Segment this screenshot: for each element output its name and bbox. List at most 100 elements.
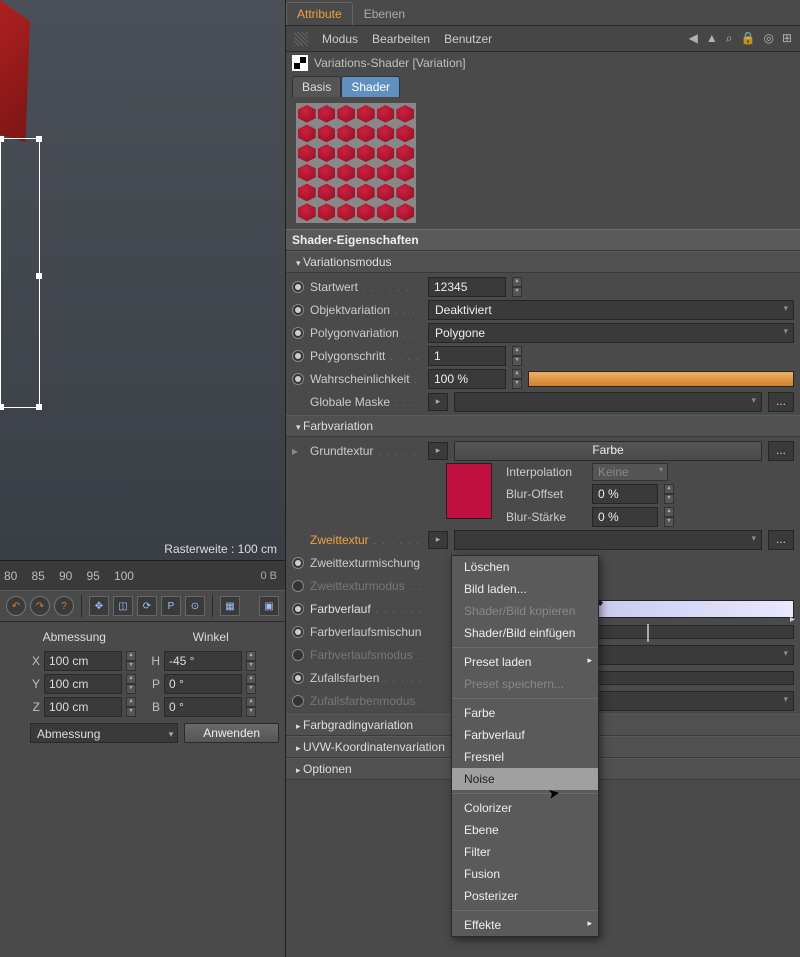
y-dim-spinner[interactable]: ▴▾ [126, 674, 136, 694]
help-button[interactable]: ? [54, 596, 74, 616]
zufallsfarbenmodus-key[interactable] [292, 695, 304, 707]
zufallsfarben-slider[interactable] [584, 671, 794, 685]
farbverlaufsmodus-key[interactable] [292, 649, 304, 661]
x-dimension-input[interactable] [44, 651, 122, 671]
objektvariation-key[interactable] [292, 304, 304, 316]
grundtextur-browse[interactable]: ... [768, 441, 794, 461]
ctx-fusion[interactable]: Fusion [452, 863, 598, 885]
search-icon[interactable]: ⌕ [726, 31, 733, 46]
selection-handle[interactable] [36, 273, 42, 279]
farbverlaufsmischung-key[interactable] [292, 626, 304, 638]
polygonvariation-key[interactable] [292, 327, 304, 339]
ctx-loeschen[interactable]: Löschen [452, 556, 598, 578]
menu-benutzer[interactable]: Benutzer [444, 32, 492, 46]
render-tool[interactable]: ▣ [259, 596, 279, 616]
psr-tool[interactable]: P [161, 596, 181, 616]
tab-attribute[interactable]: Attribute [286, 2, 353, 25]
menu-bearbeiten[interactable]: Bearbeiten [372, 32, 430, 46]
move-tool[interactable]: ✥ [89, 596, 109, 616]
ctx-noise[interactable]: Noise [452, 768, 598, 790]
ctx-fresnel[interactable]: Fresnel [452, 746, 598, 768]
timeline[interactable]: 80 85 90 95 100 0 B [0, 560, 285, 590]
wahrscheinlichkeit-spinner[interactable]: ▴▾ [512, 369, 522, 389]
grundtextur-button[interactable]: Farbe [454, 441, 762, 461]
h-angle-input[interactable] [164, 651, 242, 671]
undo-button[interactable]: ↶ [6, 596, 26, 616]
gradient-editor[interactable] [584, 600, 794, 618]
scale-tool[interactable]: ◫ [113, 596, 133, 616]
ctx-effekte[interactable]: Effekte [452, 914, 598, 936]
startwert-spinner[interactable]: ▴▾ [512, 277, 522, 297]
selection-handle[interactable] [36, 136, 42, 142]
ctx-farbverlauf[interactable]: Farbverlauf [452, 724, 598, 746]
wahrscheinlichkeit-slider[interactable] [528, 371, 794, 387]
objektvariation-dropdown[interactable]: Deaktiviert [428, 300, 794, 320]
globale-maske-menu[interactable]: ▸ [428, 393, 448, 411]
blur-offset-spinner[interactable]: ▴▾ [664, 484, 674, 504]
ctx-shader-einfuegen[interactable]: Shader/Bild einfügen [452, 622, 598, 644]
locked-tool[interactable]: ⊙ [185, 596, 205, 616]
menu-modus[interactable]: Modus [322, 32, 358, 46]
viewport-3d[interactable]: Rasterweite : 100 cm [0, 0, 285, 560]
grip-icon[interactable] [294, 32, 308, 46]
section-variationsmodus[interactable]: Variationsmodus [286, 251, 800, 273]
subtab-shader[interactable]: Shader [341, 76, 400, 97]
shader-preview[interactable] [296, 103, 416, 223]
polygonschritt-input[interactable] [428, 346, 506, 366]
subtab-basis[interactable]: Basis [292, 76, 341, 97]
zufallsfarbenmodus-dropdown[interactable] [584, 691, 794, 711]
zweittextur-menu[interactable]: ▸ [428, 531, 448, 549]
b-spinner[interactable]: ▴▾ [246, 697, 256, 717]
ctx-preset-laden[interactable]: Preset laden [452, 651, 598, 673]
startwert-key[interactable] [292, 281, 304, 293]
p-angle-input[interactable] [164, 674, 242, 694]
h-spinner[interactable]: ▴▾ [246, 651, 256, 671]
zweittextur-field[interactable] [454, 530, 762, 550]
selection-handle[interactable] [0, 136, 4, 142]
farbverlaufsmischung-slider[interactable] [584, 625, 794, 639]
ctx-farbe[interactable]: Farbe [452, 702, 598, 724]
z-dim-spinner[interactable]: ▴▾ [126, 697, 136, 717]
selection-box[interactable] [0, 138, 40, 408]
wahrscheinlichkeit-input[interactable] [428, 369, 506, 389]
grundtextur-menu[interactable]: ▸ [428, 442, 448, 460]
interpolation-dropdown[interactable]: Keine [592, 463, 668, 481]
lock-icon[interactable]: 🔒 [741, 31, 756, 46]
polygonvariation-dropdown[interactable]: Polygone [428, 323, 794, 343]
b-angle-input[interactable] [164, 697, 242, 717]
polygonschritt-key[interactable] [292, 350, 304, 362]
apply-button[interactable]: Anwenden [184, 723, 279, 743]
zweittextur-browse[interactable]: ... [768, 530, 794, 550]
dimension-mode-dropdown[interactable]: Abmessung [30, 723, 178, 743]
farbverlauf-key[interactable] [292, 603, 304, 615]
nav-up-icon[interactable]: ▲ [706, 31, 718, 46]
blur-staerke-input[interactable] [592, 507, 658, 527]
wahrscheinlichkeit-key[interactable] [292, 373, 304, 385]
x-dim-spinner[interactable]: ▴▾ [126, 651, 136, 671]
rotate-tool[interactable]: ⟳ [137, 596, 157, 616]
zweittexturmischung-key[interactable] [292, 557, 304, 569]
layout-tool[interactable]: ▦ [220, 596, 240, 616]
z-dimension-input[interactable] [44, 697, 122, 717]
new-icon[interactable]: ⊞ [782, 31, 792, 46]
selection-handle[interactable] [0, 404, 4, 410]
ctx-bild-laden[interactable]: Bild laden... [452, 578, 598, 600]
ctx-colorizer[interactable]: Colorizer [452, 797, 598, 819]
redo-button[interactable]: ↷ [30, 596, 50, 616]
p-spinner[interactable]: ▴▾ [246, 674, 256, 694]
selection-handle[interactable] [36, 404, 42, 410]
target-icon[interactable]: ◎ [763, 31, 773, 46]
globale-maske-browse[interactable]: ... [768, 392, 794, 412]
blur-offset-input[interactable] [592, 484, 658, 504]
ctx-filter[interactable]: Filter [452, 841, 598, 863]
globale-maske-field[interactable] [454, 392, 762, 412]
color-swatch[interactable] [446, 463, 492, 519]
farbverlaufsmodus-dropdown[interactable] [584, 645, 794, 665]
zweittexturmodus-key[interactable] [292, 580, 304, 592]
y-dimension-input[interactable] [44, 674, 122, 694]
startwert-input[interactable] [428, 277, 506, 297]
ctx-posterizer[interactable]: Posterizer [452, 885, 598, 907]
tab-ebenen[interactable]: Ebenen [353, 2, 416, 25]
nav-back-icon[interactable]: ◀ [689, 31, 698, 46]
ctx-ebene[interactable]: Ebene [452, 819, 598, 841]
